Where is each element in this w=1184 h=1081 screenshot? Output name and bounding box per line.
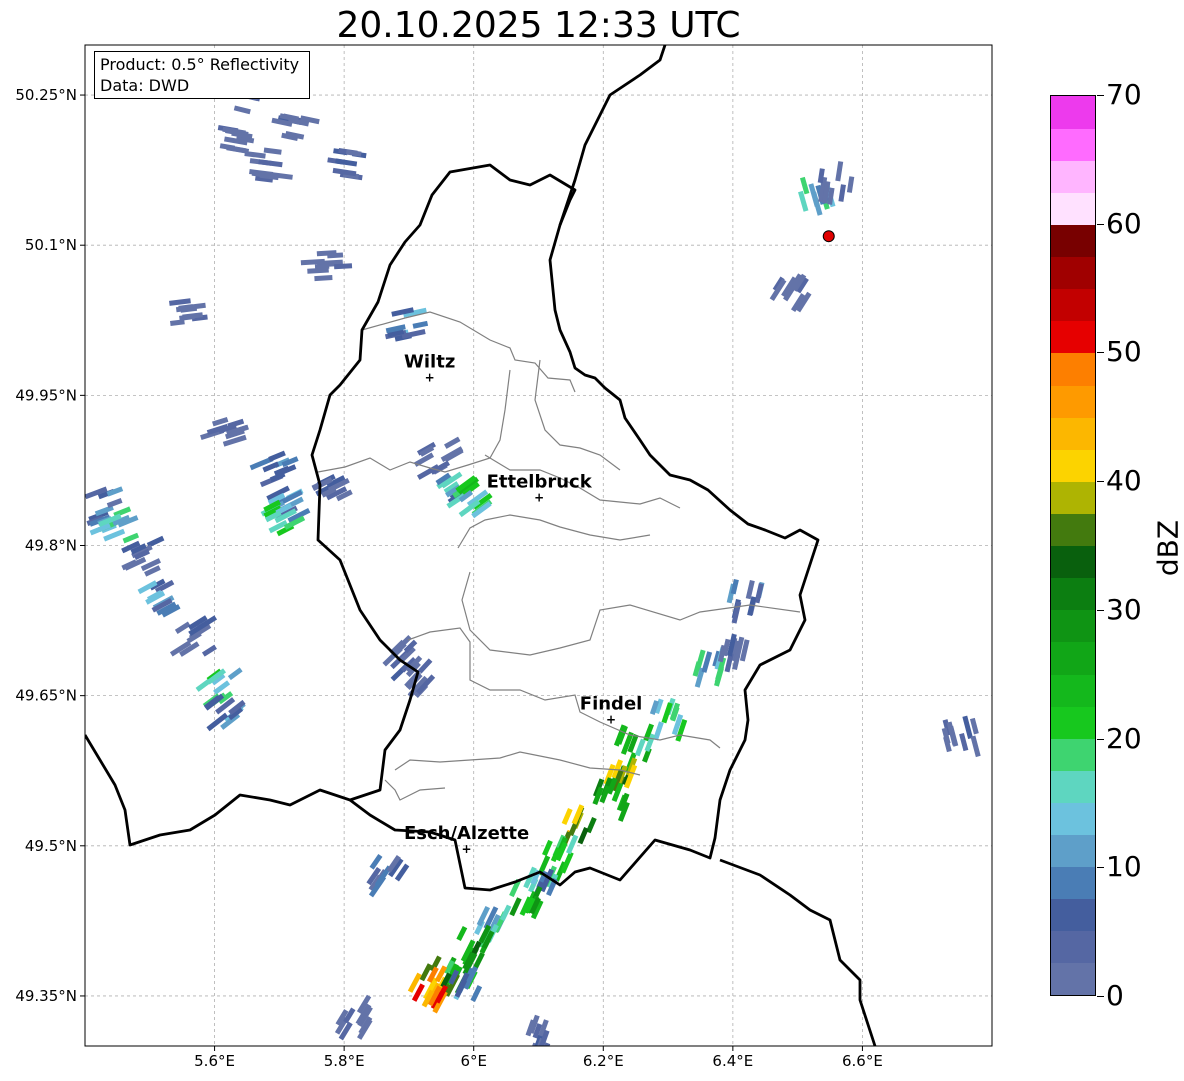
colorbar-segment — [1051, 160, 1095, 193]
lon-tick-label: 6.4°E — [712, 1052, 753, 1070]
radar-echo — [333, 263, 353, 270]
lat-tick-label: 49.35°N — [15, 987, 77, 1005]
radar-site-layer[interactable] — [822, 230, 835, 243]
colorbar-tick-mark — [1097, 867, 1104, 869]
colorbar-segment — [1051, 128, 1095, 161]
lon-tick-label: 5.8°E — [324, 1052, 365, 1070]
colorbar-segment — [1051, 256, 1095, 290]
radar-echo — [327, 252, 344, 259]
colorbar-segment — [1051, 898, 1095, 932]
city-label: Esch/Alzette — [404, 823, 529, 844]
colorbar-segment — [1051, 706, 1095, 739]
colorbar-segment — [1051, 770, 1095, 803]
colorbar-segment — [1051, 288, 1095, 322]
colorbar — [1050, 95, 1096, 996]
colorbar-segment — [1051, 513, 1095, 547]
colorbar-tick-mark — [1097, 738, 1104, 740]
colorbar-tick-mark — [1097, 609, 1104, 611]
colorbar-tick-mark — [1097, 95, 1104, 96]
colorbar-segment — [1051, 384, 1095, 418]
colorbar-segment — [1051, 738, 1095, 771]
colorbar-tick-label: 30 — [1106, 592, 1142, 626]
city-plus-icon: + — [462, 842, 472, 856]
lon-tick-label: 6.2°E — [583, 1052, 624, 1070]
colorbar-segment — [1051, 962, 1095, 995]
city-plus-icon: + — [606, 713, 616, 727]
colorbar-segment — [1051, 320, 1095, 354]
colorbar-tick-label: 50 — [1106, 335, 1142, 369]
colorbar-segment — [1051, 834, 1095, 868]
colorbar-tick-label: 20 — [1106, 721, 1142, 755]
colorbar-segment — [1051, 224, 1095, 258]
product-info-box: Product: 0.5° Reflectivity Data: DWD — [94, 51, 310, 99]
colorbar-tick-label: 0 — [1106, 979, 1124, 1012]
city-plus-icon: + — [534, 490, 544, 504]
colorbar-segment — [1051, 866, 1095, 900]
colorbar-segment — [1051, 577, 1095, 611]
lat-tick-label: 49.95°N — [15, 386, 77, 404]
lat-tick-label: 50.25°N — [15, 86, 77, 104]
colorbar-segment — [1051, 96, 1095, 129]
colorbar-segment — [1051, 673, 1095, 707]
lon-tick-label: 5.6°E — [194, 1052, 235, 1070]
product-label: Product: 0.5° Reflectivity — [100, 55, 300, 74]
radar-map[interactable]: 5.6°E 5.8°E 6°E 6.2°E 6.4°E 6.6°E 50.25°N 50.1°… — [0, 0, 1184, 1081]
data-source-label: Data: DWD — [100, 76, 190, 95]
colorbar-unit-label: dBZ — [1151, 519, 1184, 577]
lat-tick-label: 49.5°N — [25, 837, 77, 855]
colorbar-segment — [1051, 545, 1095, 579]
colorbar-segment — [1051, 449, 1095, 482]
city-label: Ettelbruck — [487, 471, 593, 492]
colorbar-tick-label: 40 — [1106, 464, 1142, 498]
colorbar-tick-label: 10 — [1106, 850, 1142, 884]
colorbar-segment — [1051, 352, 1095, 386]
colorbar-tick-mark — [1097, 481, 1104, 483]
radar-site-marker[interactable] — [822, 230, 835, 243]
city-label: Findel — [580, 694, 643, 715]
colorbar-tick-label: 70 — [1106, 78, 1142, 111]
city-plus-icon: + — [425, 370, 435, 384]
colorbar-tick-label: 60 — [1106, 206, 1142, 240]
colorbar-segment — [1051, 609, 1095, 643]
colorbar-segment — [1051, 417, 1095, 450]
colorbar-segment — [1051, 802, 1095, 836]
colorbar-tick-mark — [1097, 223, 1104, 225]
colorbar-segment — [1051, 192, 1095, 226]
lon-tick-label: 6.6°E — [842, 1052, 883, 1070]
colorbar-tick-mark — [1097, 996, 1104, 997]
city-label: Wiltz — [404, 351, 455, 372]
lon-tick-label: 6°E — [460, 1052, 487, 1070]
colorbar-tick-mark — [1097, 352, 1104, 354]
lat-tick-label: 50.1°N — [25, 236, 77, 254]
radar-echo — [314, 275, 333, 282]
lat-tick-label: 49.8°N — [25, 537, 77, 555]
colorbar-segment — [1051, 641, 1095, 675]
colorbar-segment — [1051, 481, 1095, 514]
colorbar-segment — [1051, 930, 1095, 964]
lat-tick-label: 49.65°N — [15, 687, 77, 705]
